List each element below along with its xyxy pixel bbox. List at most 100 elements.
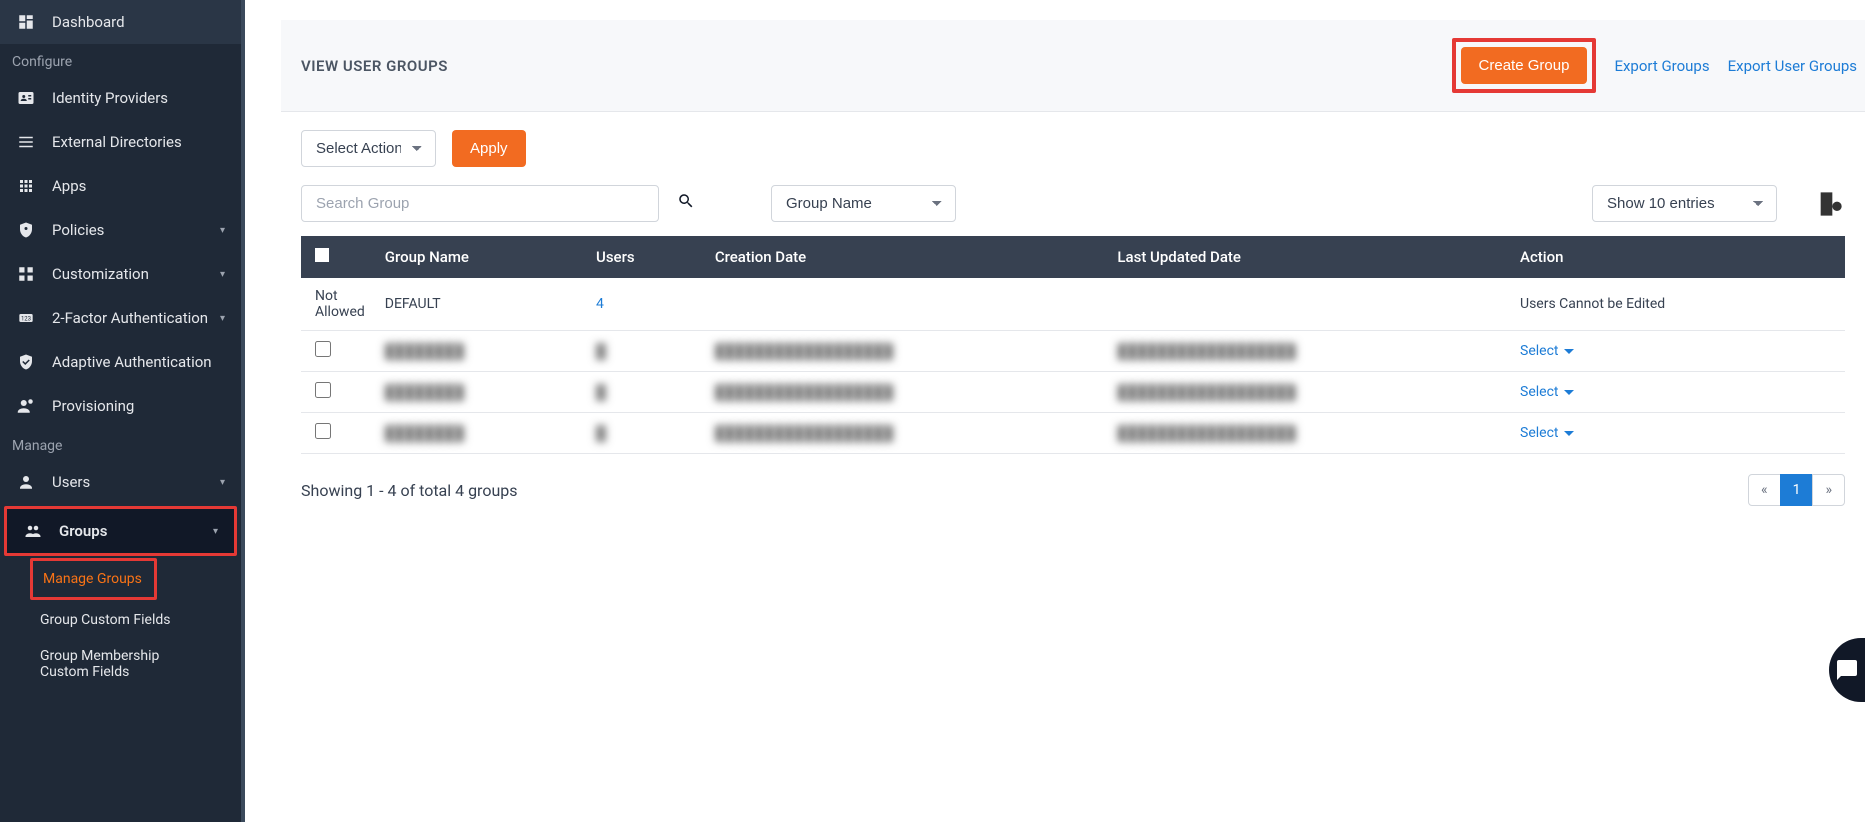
add-column-icon[interactable] [1815,189,1845,219]
cell-last-updated: ██████████████████ [1107,413,1510,454]
create-group-highlight: Create Group [1452,38,1597,93]
cell-creation-date: ██████████████████ [705,331,1108,372]
sidebar-item-groups[interactable]: Groups ▾ [4,506,237,556]
caret-down-icon [1564,431,1574,436]
col-last-updated: Last Updated Date [1107,236,1510,278]
page-prev[interactable]: « [1748,474,1781,506]
sidebar-item-apps[interactable]: Apps [0,164,241,208]
row-action-select[interactable]: Select [1520,384,1574,400]
sidebar-item-adaptive-auth[interactable]: Adaptive Authentication [0,340,241,384]
row-checkbox[interactable] [315,423,331,439]
sidebar: Dashboard Configure Identity Providers E… [0,0,245,822]
table-row: ████████████████████████████████████████… [301,331,1845,372]
sidebar-item-identity-providers[interactable]: Identity Providers [0,76,241,120]
cell-action: Select [1510,331,1845,372]
id-card-icon [16,88,36,108]
cell-action: Users Cannot be Edited [1510,278,1845,331]
cell-action: Select [1510,372,1845,413]
sidebar-label: Groups [59,522,107,540]
user-icon [16,472,36,492]
col-action: Action [1510,236,1845,278]
cell-users: █ [586,372,705,413]
result-count: Showing 1 - 4 of total 4 groups [301,481,518,500]
row-action-select[interactable]: Select [1520,425,1574,441]
2fa-icon: 123 [16,308,36,328]
table-row: ████████████████████████████████████████… [301,372,1845,413]
sidebar-item-group-membership-custom-fields[interactable]: Group Membership Custom Fields [40,638,241,690]
cell-last-updated [1107,278,1510,331]
customize-icon [16,264,36,284]
cell-last-updated: ██████████████████ [1107,331,1510,372]
sidebar-item-customization[interactable]: Customization ▾ [0,252,241,296]
filter-row: Group Name Show 10 entries [245,177,1865,236]
create-group-button[interactable]: Create Group [1461,47,1588,84]
row-action-select[interactable]: Select [1520,343,1574,359]
cell-creation-date: ██████████████████ [705,413,1108,454]
groups-table-wrap: Group Name Users Creation Date Last Upda… [245,236,1865,454]
sidebar-label: Customization [52,265,149,283]
sidebar-label: Policies [52,221,104,239]
page-header: VIEW USER GROUPS Create Group Export Gro… [281,20,1865,112]
chevron-down-icon: ▾ [220,477,225,488]
export-user-groups-link[interactable]: Export User Groups [1728,57,1857,75]
cell-group-name: ████████ [375,372,586,413]
sidebar-label: Provisioning [52,397,134,415]
cell-creation-date: ██████████████████ [705,372,1108,413]
table-row: Not AllowedDEFAULT4Users Cannot be Edite… [301,278,1845,331]
page-title: VIEW USER GROUPS [301,57,448,75]
sidebar-item-external-directories[interactable]: External Directories [0,120,241,164]
chat-widget[interactable] [1829,638,1865,702]
select-action-dropdown[interactable]: Select Action [301,130,436,167]
sidebar-label: Group Custom Fields [40,612,171,628]
chevron-down-icon: ▾ [220,225,225,236]
cell-last-updated: ██████████████████ [1107,372,1510,413]
sidebar-item-group-custom-fields[interactable]: Group Custom Fields [40,602,241,638]
sidebar-item-2fa[interactable]: 123 2-Factor Authentication ▾ [0,296,241,340]
row-checkbox[interactable] [315,341,331,357]
filter-by-dropdown[interactable]: Group Name [771,185,956,222]
select-all-checkbox[interactable] [315,248,329,262]
row-checkbox[interactable] [315,382,331,398]
sidebar-item-provisioning[interactable]: Provisioning [0,384,241,428]
cell-users: █ [586,413,705,454]
sidebar-label: 2-Factor Authentication [52,309,208,327]
sidebar-item-dashboard[interactable]: Dashboard [0,0,241,44]
search-icon[interactable] [677,192,695,215]
pagination: « 1 » [1749,474,1845,506]
sidebar-label: Group Membership Custom Fields [40,648,211,680]
sidebar-section-configure: Configure [0,44,241,76]
sidebar-label: External Directories [52,133,182,151]
table-footer: Showing 1 - 4 of total 4 groups « 1 » [245,454,1865,506]
list-icon [16,132,36,152]
chevron-down-icon: ▾ [220,269,225,280]
caret-down-icon [1564,349,1574,354]
page-next[interactable]: » [1812,474,1845,506]
header-actions: Create Group Export Groups Export User G… [1452,38,1865,93]
action-toolbar: Select Action Apply [245,112,1865,177]
apply-button[interactable]: Apply [452,130,526,167]
cell-group-name: ████████ [375,413,586,454]
export-groups-link[interactable]: Export Groups [1614,57,1709,75]
sidebar-item-manage-groups[interactable]: Manage Groups [30,558,157,600]
cell-creation-date [705,278,1108,331]
table-row: ████████████████████████████████████████… [301,413,1845,454]
sidebar-label: Manage Groups [43,571,142,587]
search-group-input[interactable] [301,185,659,222]
col-creation-date: Creation Date [705,236,1108,278]
sidebar-label: Users [52,473,90,491]
row-checkbox-label: Not Allowed [301,278,375,331]
sidebar-item-policies[interactable]: Policies ▾ [0,208,241,252]
shield-check-icon [16,352,36,372]
sidebar-item-users[interactable]: Users ▾ [0,460,241,504]
show-entries-dropdown[interactable]: Show 10 entries [1592,185,1777,222]
table-header: Group Name Users Creation Date Last Upda… [301,236,1845,278]
apps-icon [16,176,36,196]
sidebar-label: Identity Providers [52,89,168,107]
caret-down-icon [1564,390,1574,395]
page-1[interactable]: 1 [1780,474,1814,506]
cell-users[interactable]: 4 [586,278,705,331]
chevron-down-icon: ▾ [220,313,225,324]
svg-text:123: 123 [21,316,31,323]
sidebar-section-manage: Manage [0,428,241,460]
sidebar-groups-submenu: Manage Groups Group Custom Fields Group … [0,558,241,690]
